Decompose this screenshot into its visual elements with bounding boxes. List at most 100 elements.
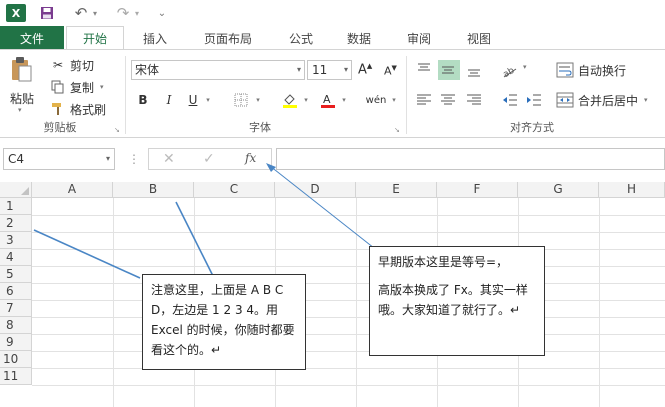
font-name-select[interactable]: 宋体 ▾ <box>131 60 305 80</box>
align-center-icon[interactable] <box>438 90 458 110</box>
resize-handle-icon[interactable]: ⋮ <box>128 152 140 166</box>
clipboard-group-label: 剪贴板 <box>43 121 77 134</box>
formula-bar: C4 ▾ ⋮ ✕ ✓ fx <box>0 138 665 182</box>
column-header-g[interactable]: G <box>518 182 599 198</box>
font-group-label: 字体 <box>249 121 271 134</box>
clipboard-launcher-icon[interactable]: ↘ <box>114 126 122 134</box>
column-header-c[interactable]: C <box>194 182 275 198</box>
font-color-icon[interactable]: A <box>318 90 338 110</box>
chevron-down-icon: ▾ <box>296 65 301 74</box>
redo-dropdown-icon[interactable]: ▾ <box>132 4 142 22</box>
increase-indent-icon[interactable] <box>524 90 544 110</box>
increase-font-size-button[interactable]: A▲ <box>358 62 372 77</box>
tab-review[interactable]: 审阅 <box>396 26 442 50</box>
row-header-3[interactable]: 3 <box>0 232 32 249</box>
underline-button[interactable]: U <box>184 90 202 110</box>
column-header-b[interactable]: B <box>113 182 194 198</box>
paste-dropdown-icon[interactable]: ▾ <box>18 106 22 114</box>
merge-center-label: 合并后居中 <box>578 93 639 108</box>
cancel-icon[interactable]: ✕ <box>163 151 175 167</box>
merge-center-button[interactable]: 合并后居中 ▾ <box>556 90 648 110</box>
italic-button[interactable]: I <box>160 90 178 110</box>
tab-insert[interactable]: 插入 <box>130 26 180 50</box>
name-box-value: C4 <box>8 152 25 166</box>
row-header-4[interactable]: 4 <box>0 249 32 266</box>
fill-color-dropdown-icon[interactable]: ▾ <box>302 90 310 110</box>
column-header-a[interactable]: A <box>32 182 113 198</box>
underline-dropdown-icon[interactable]: ▾ <box>204 90 212 110</box>
fill-color-icon[interactable] <box>280 90 300 110</box>
column-header-h[interactable]: H <box>599 182 665 198</box>
tab-home[interactable]: 开始 <box>66 26 124 50</box>
merge-dropdown-icon[interactable]: ▾ <box>644 96 648 104</box>
formula-buttons: ✕ ✓ fx <box>148 148 272 170</box>
row-header-9[interactable]: 9 <box>0 334 32 351</box>
borders-icon[interactable] <box>232 90 250 110</box>
phonetic-guide-button[interactable]: wén <box>364 90 388 110</box>
brush-icon <box>50 101 66 117</box>
column-header-d[interactable]: D <box>275 182 356 198</box>
enter-icon[interactable]: ✓ <box>203 151 215 167</box>
wrap-text-button[interactable]: 自动换行 <box>556 60 626 80</box>
font-launcher-icon[interactable]: ↘ <box>394 126 402 134</box>
align-right-icon[interactable] <box>464 90 484 110</box>
decrease-font-size-button[interactable]: A▼ <box>384 64 397 78</box>
row-header-11[interactable]: 11 <box>0 368 32 385</box>
align-middle-icon[interactable] <box>438 60 460 80</box>
name-box[interactable]: C4 ▾ <box>3 148 115 170</box>
grid-line <box>32 283 665 284</box>
copy-dropdown-icon[interactable]: ▾ <box>100 83 104 91</box>
format-painter-label: 格式刷 <box>70 102 107 117</box>
tab-formulas[interactable]: 公式 <box>278 26 324 50</box>
scissors-icon: ✂ <box>52 58 64 72</box>
ribbon-tabs: 文件 开始 插入 页面布局 公式 数据 审阅 视图 <box>0 26 665 50</box>
cut-label: 剪切 <box>70 58 95 73</box>
wrap-text-icon <box>556 62 574 78</box>
copy-button[interactable]: 复制 ▾ <box>50 78 104 96</box>
undo-dropdown-icon[interactable]: ▾ <box>90 4 100 22</box>
tab-data[interactable]: 数据 <box>336 26 382 50</box>
row-header-8[interactable]: 8 <box>0 317 32 334</box>
redo-icon[interactable]: ↷ <box>114 4 132 22</box>
alignment-group-label: 对齐方式 <box>510 121 554 134</box>
align-left-icon[interactable] <box>414 90 434 110</box>
format-painter-button[interactable]: 格式刷 <box>50 100 106 118</box>
borders-dropdown-icon[interactable]: ▾ <box>254 90 262 110</box>
tab-page-layout[interactable]: 页面布局 <box>190 26 266 50</box>
column-header-f[interactable]: F <box>437 182 518 198</box>
group-divider <box>125 56 126 134</box>
row-header-7[interactable]: 7 <box>0 300 32 317</box>
row-header-1[interactable]: 1 <box>0 198 32 215</box>
row-header-10[interactable]: 10 <box>0 351 32 368</box>
align-bottom-icon[interactable] <box>464 60 484 80</box>
group-divider <box>406 56 407 134</box>
align-top-icon[interactable] <box>414 60 434 80</box>
customize-toolbar-icon[interactable]: ⌄ <box>156 4 168 22</box>
font-size-select[interactable]: 11 ▾ <box>307 60 352 80</box>
row-header-2[interactable]: 2 <box>0 215 32 232</box>
grid-line <box>32 317 665 318</box>
row-header-6[interactable]: 6 <box>0 283 32 300</box>
insert-function-icon[interactable]: fx <box>245 151 256 165</box>
annotation-text: 早期版本这里是等号=， <box>378 255 509 269</box>
grid-line <box>32 334 665 335</box>
column-header-e[interactable]: E <box>356 182 437 198</box>
phonetic-dropdown-icon[interactable]: ▾ <box>390 90 398 110</box>
formula-input[interactable] <box>276 148 665 170</box>
select-all-corner[interactable] <box>0 182 32 198</box>
decrease-indent-icon[interactable] <box>500 90 520 110</box>
orientation-dropdown-icon[interactable]: ▾ <box>523 63 527 71</box>
excel-logo-icon: X <box>6 4 26 22</box>
tab-view[interactable]: 视图 <box>456 26 502 50</box>
save-icon[interactable] <box>38 4 56 22</box>
row-header-5[interactable]: 5 <box>0 266 32 283</box>
cut-button[interactable]: ✂ 剪切 <box>50 56 94 74</box>
bold-button[interactable]: B <box>134 90 152 110</box>
font-color-dropdown-icon[interactable]: ▾ <box>340 90 348 110</box>
orientation-icon[interactable]: ab <box>500 60 520 80</box>
spreadsheet-grid[interactable]: A B C D E F G H 1 2 3 4 5 6 7 8 9 10 11 <box>0 182 665 407</box>
chevron-down-icon: ▾ <box>343 65 348 74</box>
undo-icon[interactable]: ↶ <box>72 4 90 22</box>
paste-button[interactable]: 粘贴 ▾ <box>6 56 38 114</box>
tab-file[interactable]: 文件 <box>0 26 64 50</box>
